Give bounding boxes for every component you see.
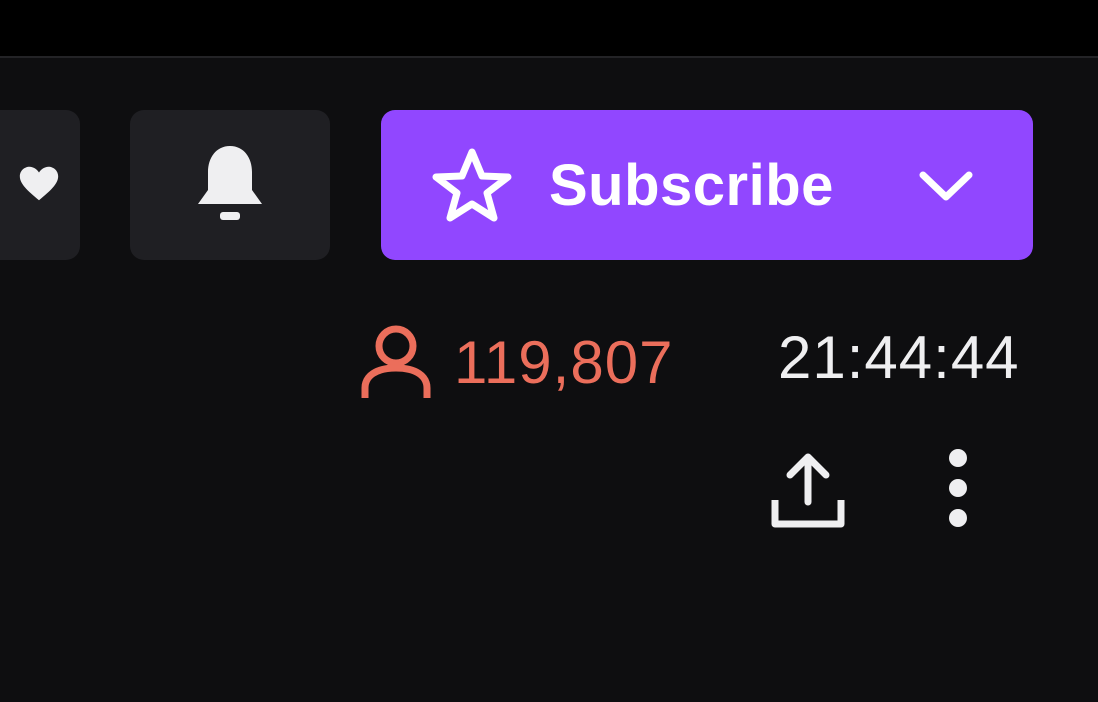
subscribe-label: Subscribe — [549, 152, 834, 218]
viewer-count: 119,807 — [454, 328, 674, 396]
heart-icon — [19, 166, 59, 201]
bell-icon — [198, 146, 262, 220]
share-upload-icon — [771, 453, 845, 528]
more-vertical-icon — [949, 449, 967, 527]
chevron-down-icon[interactable] — [917, 167, 975, 203]
follow-button[interactable] — [0, 110, 80, 260]
viewer-count-group: 119,807 — [360, 322, 673, 402]
stream-uptime: 21:44:44 — [778, 324, 1020, 391]
share-button[interactable] — [760, 444, 856, 532]
person-icon — [361, 325, 431, 398]
star-outline-icon — [432, 148, 512, 222]
notifications-button[interactable] — [130, 110, 330, 260]
top-bar — [0, 0, 1098, 58]
subscribe-button[interactable]: Subscribe — [381, 110, 1033, 260]
more-options-button[interactable] — [922, 440, 994, 536]
